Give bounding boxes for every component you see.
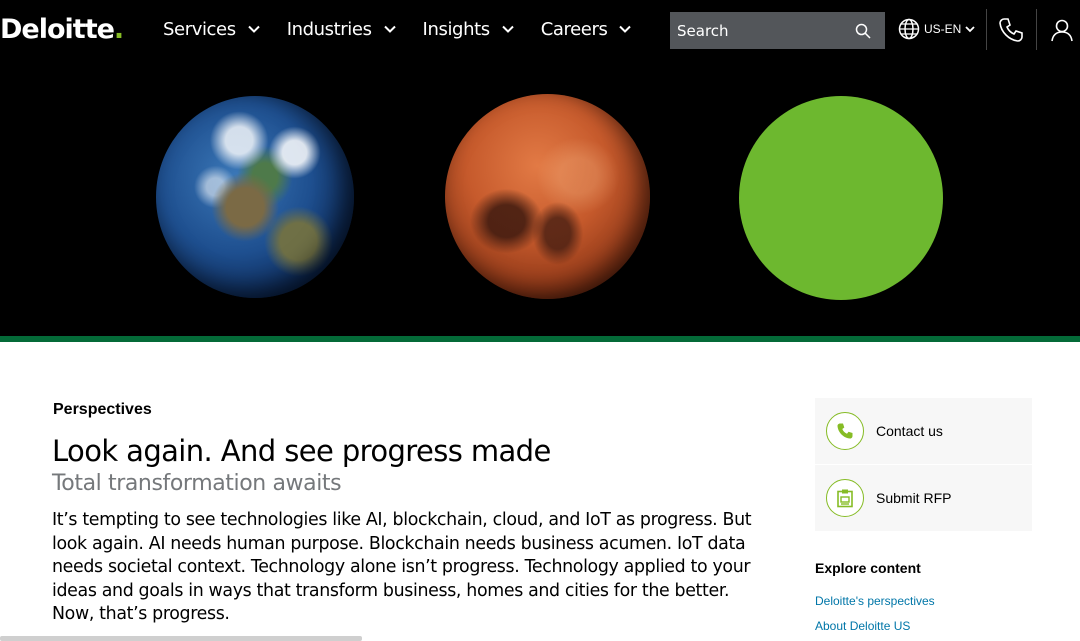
contact-us-label: Contact us bbox=[876, 423, 943, 439]
nav-insights[interactable]: Insights bbox=[423, 16, 514, 42]
chevron-down-icon bbox=[619, 25, 632, 33]
explore-link-perspectives[interactable]: Deloitte's perspectives bbox=[815, 594, 935, 608]
nav-insights-label: Insights bbox=[422, 18, 491, 40]
submit-rfp-label: Submit RFP bbox=[876, 490, 952, 506]
contact-icon-circle bbox=[826, 412, 864, 450]
hero-accent-bar bbox=[0, 336, 1080, 342]
page-title: Look again. And see progress made bbox=[52, 434, 551, 468]
globe-icon bbox=[898, 18, 920, 40]
green-circle bbox=[739, 96, 943, 300]
mars-image bbox=[445, 94, 650, 299]
logo-text: Deloitte bbox=[0, 14, 115, 45]
submit-rfp-button[interactable]: Submit RFP bbox=[815, 465, 1032, 531]
explore-content-heading: Explore content bbox=[815, 560, 921, 576]
phone-icon[interactable] bbox=[998, 17, 1024, 43]
chevron-down-icon bbox=[383, 25, 396, 33]
header-divider bbox=[986, 9, 987, 50]
nav-careers[interactable]: Careers bbox=[541, 16, 632, 42]
hero-banner bbox=[0, 60, 1080, 336]
logo-dot: . bbox=[113, 14, 124, 45]
search-box bbox=[670, 12, 885, 49]
nav-industries-label: Industries bbox=[286, 18, 372, 40]
search-input[interactable] bbox=[670, 12, 847, 49]
chevron-down-icon bbox=[502, 25, 514, 33]
intro-paragraph: It’s tempting to see technologies like A… bbox=[52, 510, 752, 624]
explore-link-about[interactable]: About Deloitte US bbox=[815, 619, 910, 633]
nav-services-label: Services bbox=[163, 18, 236, 40]
header-divider bbox=[1036, 9, 1037, 50]
earth-image bbox=[156, 96, 354, 298]
nav-services[interactable]: Services bbox=[163, 16, 260, 42]
user-icon[interactable] bbox=[1050, 18, 1074, 42]
site-header: Deloitte. Services Industries Insights C… bbox=[0, 0, 1080, 60]
nav-careers-label: Careers bbox=[540, 18, 608, 40]
chevron-down-icon bbox=[965, 26, 975, 33]
deloitte-logo[interactable]: Deloitte. bbox=[0, 12, 124, 48]
locale-label: US-EN bbox=[924, 22, 962, 36]
horizontal-scrollbar[interactable] bbox=[0, 636, 362, 641]
nav-industries[interactable]: Industries bbox=[287, 16, 396, 42]
contact-us-button[interactable]: Contact us bbox=[815, 398, 1032, 464]
locale-selector[interactable]: US-EN bbox=[898, 18, 975, 40]
chevron-down-icon bbox=[247, 25, 260, 33]
phone-icon bbox=[837, 423, 853, 439]
search-icon[interactable] bbox=[855, 23, 871, 39]
main-nav: Services Industries Insights Careers bbox=[163, 16, 658, 42]
rfp-icon-circle bbox=[826, 479, 864, 517]
section-eyebrow: Perspectives bbox=[53, 401, 152, 418]
page-subtitle: Total transformation awaits bbox=[52, 471, 342, 496]
clipboard-icon bbox=[837, 489, 853, 508]
